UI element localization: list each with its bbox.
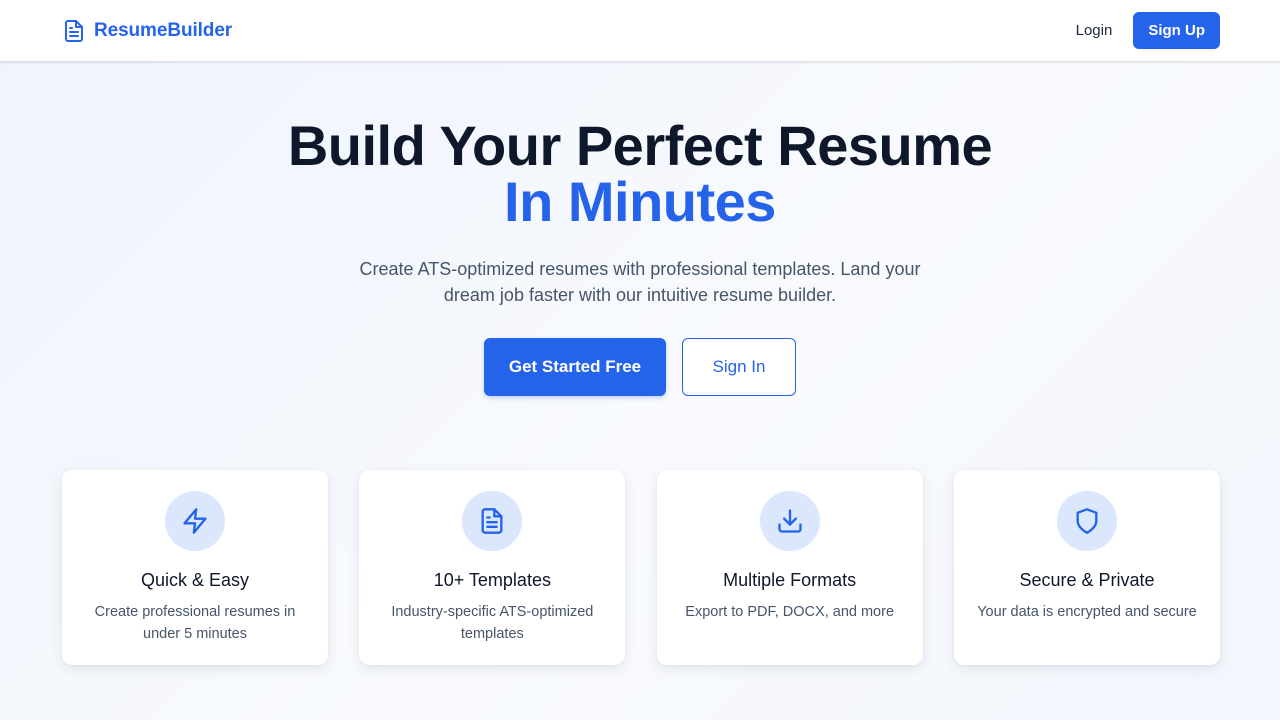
feature-description: Your data is encrypted and secure	[977, 604, 1197, 620]
hero-cta-row: Get Started Free Sign In	[0, 338, 1280, 396]
feature-card-secure: Secure & Private Your data is encrypted …	[953, 470, 1220, 665]
signup-button[interactable]: Sign Up	[1133, 12, 1220, 49]
get-started-button[interactable]: Get Started Free	[484, 338, 666, 396]
feature-description: Industry-specific ATS-optimized template…	[391, 604, 594, 642]
shield-icon	[1056, 491, 1117, 551]
brand-logo-link[interactable]: ResumeBuilder	[62, 18, 232, 44]
feature-card-templates: 10+ Templates Industry-specific ATS-opti…	[359, 470, 626, 665]
download-icon	[759, 491, 820, 551]
brand-name: ResumeBuilder	[94, 19, 233, 41]
feature-title: Secure & Private	[1019, 570, 1155, 590]
hero-title: Build Your Perfect Resume	[287, 114, 993, 177]
sign-in-button[interactable]: Sign In	[682, 338, 796, 396]
feature-title: Quick & Easy	[140, 570, 250, 590]
hero-title-accent: In Minutes	[504, 170, 776, 233]
feature-title: Multiple Formats	[723, 570, 857, 590]
feature-card-quick: Quick & Easy Create professional resumes…	[62, 470, 328, 665]
feature-card-formats: Multiple Formats Export to PDF, DOCX, an…	[656, 470, 923, 665]
top-navbar: ResumeBuilder Login Sign Up	[0, 0, 1280, 61]
header-nav: Login Sign Up	[1070, 12, 1220, 49]
feature-title: 10+ Templates	[433, 570, 551, 590]
login-link[interactable]: Login	[1070, 14, 1119, 47]
document-icon	[62, 18, 86, 44]
lightning-icon	[165, 491, 225, 551]
hero-section: Build Your Perfect Resume In Minutes Cre…	[0, 118, 1280, 396]
hero-subtitle: Create ATS-optimized resumes with profes…	[359, 259, 921, 305]
document-icon	[462, 491, 523, 551]
features-row: Quick & Easy Create professional resumes…	[62, 470, 1220, 665]
feature-description: Export to PDF, DOCX, and more	[685, 604, 895, 620]
feature-description: Create professional resumes in under 5 m…	[94, 604, 296, 642]
